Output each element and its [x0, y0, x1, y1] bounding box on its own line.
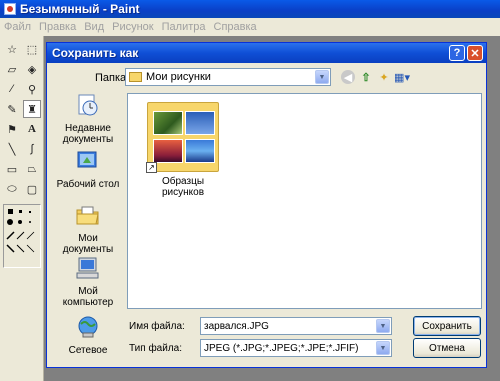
text-tool-icon[interactable]: A	[23, 120, 41, 138]
shortcut-arrow-icon: ↗	[146, 162, 157, 173]
lookin-value: Мои рисунки	[146, 71, 211, 83]
network-icon	[78, 316, 98, 338]
menu-bar: Файл Правка Вид Рисунок Палитра Справка	[0, 18, 500, 36]
magnifier-icon[interactable]: ⚲	[23, 80, 41, 98]
dialog-title-bar[interactable]: Сохранить как ? ✕	[47, 43, 486, 63]
menu-help[interactable]: Справка	[214, 21, 257, 33]
dialog-title: Сохранить как	[52, 46, 139, 60]
views-menu-icon[interactable]: ▦▾	[394, 70, 410, 84]
place-label: Недавние документы	[62, 123, 114, 145]
lookin-dropdown[interactable]: Мои рисунки ▼	[125, 68, 331, 86]
places-bar: Недавние документы Рабочий стол Мои доку…	[53, 93, 123, 361]
my-documents-icon	[76, 206, 99, 225]
place-label: Сетевое	[68, 345, 108, 356]
help-button[interactable]: ?	[449, 45, 465, 61]
folder-thumbnail-icon: ↗	[146, 102, 219, 173]
list-item[interactable]: ↗ Образцы рисунков	[143, 102, 223, 198]
line-icon[interactable]: ╲	[3, 140, 21, 158]
menu-file[interactable]: Файл	[4, 21, 31, 33]
menu-edit[interactable]: Правка	[39, 21, 76, 33]
cancel-button[interactable]: Отмена	[413, 338, 481, 358]
tool-options-box[interactable]	[3, 204, 41, 268]
place-label: Мои документы	[62, 233, 114, 255]
airbrush-icon[interactable]: ⚑	[3, 120, 21, 138]
place-my-documents[interactable]: Мои документы	[53, 203, 123, 255]
chevron-down-icon[interactable]: ▼	[315, 70, 329, 84]
save-button[interactable]: Сохранить	[413, 316, 481, 336]
my-computer-icon	[76, 257, 99, 279]
rounded-rectangle-icon[interactable]: ▢	[23, 180, 41, 198]
thumbnail-image	[185, 111, 215, 135]
thumbnail-image	[153, 139, 183, 163]
folder-name: Образцы рисунков	[161, 176, 205, 198]
desktop-icon	[77, 151, 97, 168]
thumbnail-image	[185, 139, 215, 163]
rect-select-icon[interactable]: ⬚	[23, 40, 41, 58]
paint-app-icon	[4, 3, 16, 15]
recent-documents-icon	[78, 94, 98, 116]
filename-input[interactable]: зарвался.JPG ▼	[200, 317, 392, 335]
menu-view[interactable]: Вид	[84, 21, 104, 33]
brush-shapes-icon	[6, 209, 35, 253]
filetype-value: JPEG (*.JPG;*.JPEG;*.JPE;*.JFIF)	[204, 342, 359, 354]
place-desktop[interactable]: Рабочий стол	[53, 149, 123, 190]
filename-label: Имя файла:	[129, 321, 185, 332]
filetype-select[interactable]: JPEG (*.JPG;*.JPEG;*.JPE;*.JFIF) ▼	[200, 339, 392, 357]
new-folder-icon[interactable]: ✦	[377, 70, 391, 84]
eraser-icon[interactable]: ▱	[3, 60, 21, 78]
brush-icon[interactable]: ♜	[23, 100, 41, 118]
back-icon[interactable]: ◀	[341, 70, 355, 84]
folder-icon	[129, 72, 142, 82]
pencil-icon[interactable]: ✎	[3, 100, 21, 118]
rectangle-icon[interactable]: ▭	[3, 160, 21, 178]
color-picker-icon[interactable]: ⁄	[3, 80, 21, 98]
chevron-down-icon[interactable]: ▼	[376, 319, 390, 333]
nav-toolbar: ◀ ⇧ ✦ ▦▾	[341, 70, 410, 84]
paint-title-bar[interactable]: Безымянный - Paint	[0, 0, 500, 18]
place-my-computer[interactable]: Мой компьютер	[53, 256, 123, 308]
lookin-row: Папка: Мои рисунки ▼ ◀ ⇧ ✦ ▦▾	[47, 67, 488, 89]
place-network[interactable]: Сетевое	[53, 315, 123, 356]
place-recent-documents[interactable]: Недавние документы	[53, 93, 123, 145]
ellipse-icon[interactable]: ⬭	[3, 180, 21, 198]
menu-image[interactable]: Рисунок	[112, 21, 154, 33]
free-select-icon[interactable]: ☆	[3, 40, 21, 58]
thumbnail-image	[153, 111, 183, 135]
file-list[interactable]: ↗ Образцы рисунков	[127, 93, 482, 309]
place-label: Мой компьютер	[62, 286, 114, 308]
menu-colors[interactable]: Палитра	[162, 21, 206, 33]
chevron-down-icon[interactable]: ▼	[376, 341, 390, 355]
toolbox: ☆ ⬚ ▱ ◈ ⁄ ⚲ ✎ ♜ ⚑ A ╲ ∫ ▭ ⏢ ⬭ ▢	[0, 36, 44, 381]
up-folder-icon[interactable]: ⇧	[359, 70, 373, 84]
filename-value: зарвался.JPG	[204, 320, 269, 332]
save-as-dialog: Сохранить как ? ✕ Папка: Мои рисунки ▼ ◀…	[46, 42, 487, 368]
place-label: Рабочий стол	[56, 179, 120, 190]
close-button[interactable]: ✕	[467, 45, 483, 61]
polygon-icon[interactable]: ⏢	[23, 160, 41, 178]
window-title: Безымянный - Paint	[20, 2, 140, 16]
fill-bucket-icon[interactable]: ◈	[23, 60, 41, 78]
curve-icon[interactable]: ∫	[23, 140, 41, 158]
filetype-label: Тип файла:	[129, 343, 182, 354]
